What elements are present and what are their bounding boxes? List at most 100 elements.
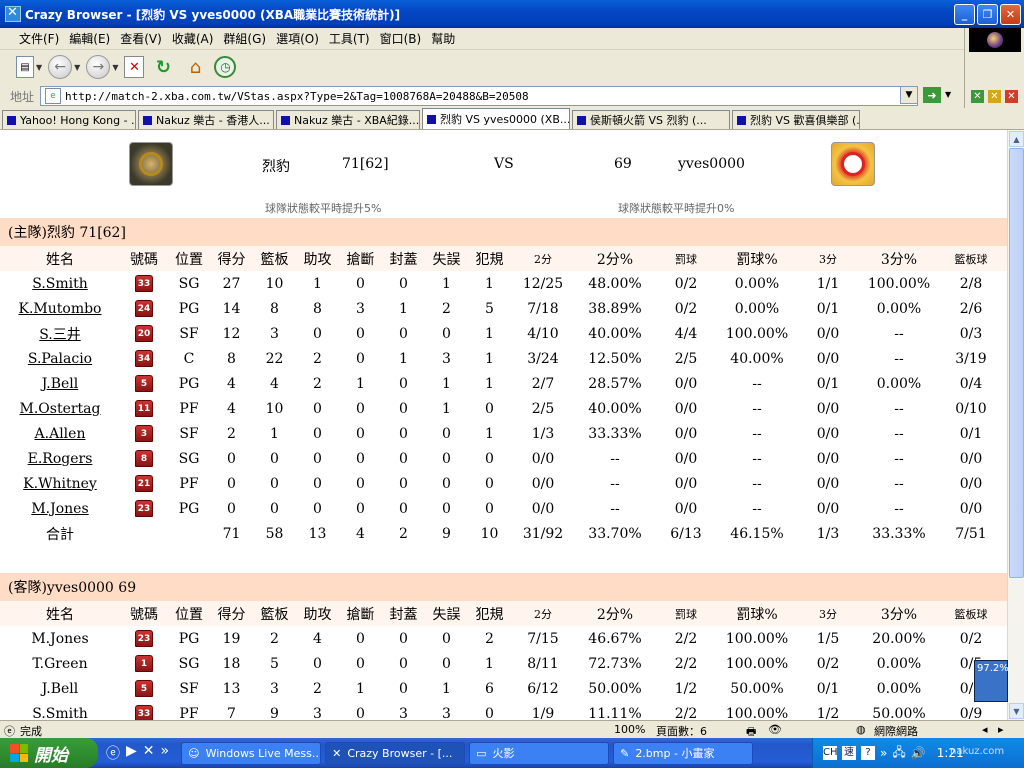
history-icon[interactable]: ◷ [214, 56, 237, 78]
chevron-down-icon[interactable]: ▼ [112, 63, 118, 72]
cell-stl: 0 [356, 425, 365, 442]
start-label: 開始 [34, 745, 68, 766]
address-bar: 地址 e http://match-2.xba.com.tw/VStas.asp… [0, 84, 964, 108]
scroll-down-icon[interactable]: ▼ [1009, 703, 1024, 719]
ime-input-icon[interactable]: 速 [842, 746, 856, 760]
browser-tab[interactable]: 烈豹 VS 歡喜俱樂部 (... [732, 110, 860, 129]
zoom-badge[interactable]: 97.2% [974, 660, 1009, 702]
player-name-link[interactable]: S.三井 [39, 327, 81, 343]
player-name-link[interactable]: A.Allen [35, 426, 86, 442]
chevron-down-icon[interactable]: ▼ [36, 63, 42, 72]
close-button[interactable]: ✕ [1000, 4, 1021, 25]
home-icon[interactable]: ⌂ [182, 54, 208, 80]
status-prev-icon[interactable]: ◂ [982, 723, 988, 736]
cell-three: 0/0 [816, 450, 840, 467]
menu-item[interactable]: 查看(V) [115, 30, 167, 47]
more-quicklaunch-icon[interactable]: » [161, 743, 170, 763]
browser-tab[interactable]: 侯斯頓火箭 VS 烈豹 (... [572, 110, 730, 129]
chevron-down-icon[interactable]: ▼ [945, 90, 951, 99]
status-next-icon[interactable]: ▸ [998, 723, 1004, 736]
go-arrow-icon[interactable]: ➜ [923, 87, 941, 103]
menu-item[interactable]: 群組(G) [218, 30, 271, 47]
taskbar-button[interactable]: ✕ Crazy Browser - [... [325, 741, 466, 765]
cell-name: T.Green [0, 656, 120, 672]
back-arrow-icon[interactable]: ← [48, 55, 73, 79]
cell-pf: 1 [485, 275, 494, 292]
cascade-icon[interactable]: ✕ [988, 90, 1001, 103]
taskbar-button[interactable]: ✎ 2.bmp - 小畫家 [613, 741, 754, 765]
menu-item[interactable]: 幫助 [426, 30, 460, 47]
scroll-up-icon[interactable]: ▲ [1009, 131, 1024, 147]
browser-tab[interactable]: Nakuz 樂古 - 香港人... [138, 110, 274, 129]
cell-twop: 28.57% [588, 375, 642, 392]
minimize-button[interactable]: _ [954, 4, 975, 25]
total-ast: 13 [308, 525, 327, 542]
tray-arrow-icon[interactable]: » [880, 746, 887, 760]
menu-item[interactable]: 收藏(A) [167, 30, 219, 47]
player-name-link: S.Smith [32, 705, 88, 721]
player-name-link[interactable]: S.Palacio [28, 351, 92, 367]
cell-stl: 0 [356, 630, 365, 647]
status-bar: ⓔ 完成 100% 頁面數：6 🖶 👁 ◍ 網際網路 ◂ ▸ [0, 720, 1024, 738]
cell-twop: 12.50% [588, 350, 642, 367]
tab-label: Yahoo! Hong Kong - ... [20, 113, 136, 127]
stop-icon[interactable]: ✕ [124, 56, 145, 78]
player-name-link[interactable]: J.Bell [42, 376, 79, 392]
scroll-thumb[interactable] [1009, 148, 1024, 578]
forward-arrow-icon[interactable]: → [86, 55, 111, 79]
view-icon[interactable]: 👁 [768, 723, 782, 736]
windows-flag-icon [10, 744, 28, 762]
player-name-link[interactable]: M.Ostertag [20, 401, 101, 417]
crazy-browser-quicklaunch-icon[interactable]: ✕ [143, 743, 155, 763]
cell-ft: 1/2 [674, 680, 698, 697]
player-name-link[interactable]: K.Whitney [23, 476, 97, 492]
tab-label: Nakuz 樂古 - 香港人... [156, 114, 270, 127]
vertical-scrollbar[interactable]: ▲ ▼ [1007, 130, 1024, 720]
address-dropdown-icon[interactable]: ▼ [900, 86, 918, 104]
tile-icon[interactable]: ✕ [971, 90, 984, 103]
browser-tab[interactable]: Yahoo! Hong Kong - ... [2, 110, 136, 129]
player-name-link[interactable]: E.Rogers [28, 451, 93, 467]
home-team-name: 烈豹 [262, 159, 290, 175]
ie-quicklaunch-icon[interactable]: ⓔ [106, 743, 120, 763]
new-page-icon[interactable]: ▤ [16, 56, 34, 78]
chevron-down-icon[interactable]: ▼ [74, 63, 80, 72]
browser-tab[interactable]: Nakuz 樂古 - XBA紀錄... [276, 110, 420, 129]
away-team-name: yves0000 [678, 156, 745, 172]
cell-pf: 0 [485, 450, 494, 467]
cell-ftp: 50.00% [730, 680, 784, 697]
cell-blk: 0 [399, 655, 408, 672]
cell-ft: 4/4 [674, 325, 698, 342]
menu-item[interactable]: 窗口(B) [375, 30, 427, 47]
cell-two: 2/7 [531, 375, 555, 392]
close-all-icon[interactable]: ✕ [1005, 90, 1018, 103]
player-name-link[interactable]: M.Jones [31, 501, 88, 517]
ime-ch-icon[interactable]: CH [823, 746, 838, 760]
media-player-icon[interactable]: ▶ [126, 743, 137, 763]
volume-icon[interactable]: 🔊 [911, 746, 926, 760]
menu-item[interactable]: 選項(O) [271, 30, 324, 47]
cell-pos: PG [178, 300, 200, 317]
network-icon[interactable]: 🖧 [892, 743, 905, 764]
column-header: 得分 [217, 606, 246, 623]
menu-item[interactable]: 編輯(E) [64, 30, 115, 47]
cell-pf: 2 [485, 630, 494, 647]
cell-to: 1 [442, 680, 451, 697]
cell-stl: 0 [356, 655, 365, 672]
start-button[interactable]: 開始 [0, 738, 98, 768]
column-header: 失誤 [432, 251, 461, 268]
jersey-number-badge: 20 [135, 325, 153, 342]
browser-tab[interactable]: 烈豹 VS yves0000 (XB... [422, 108, 570, 129]
player-name-link[interactable]: S.Smith [32, 276, 88, 292]
taskbar-button[interactable]: ▭ 火影 [469, 741, 610, 765]
menu-item[interactable]: 工具(T) [324, 30, 375, 47]
menu-item[interactable]: 文件(F) [14, 30, 64, 47]
player-name-link[interactable]: K.Mutombo [19, 301, 102, 317]
refresh-icon[interactable]: ↻ [150, 54, 176, 80]
help-icon[interactable]: ? [861, 746, 875, 760]
cell-name: S.Smith [0, 276, 120, 292]
address-url[interactable]: http://match-2.xba.com.tw/VStas.aspx?Typ… [65, 90, 529, 103]
taskbar-button[interactable]: ☺ Windows Live Mess... [181, 741, 322, 765]
address-input[interactable]: e http://match-2.xba.com.tw/VStas.aspx?T… [40, 86, 918, 106]
restore-button[interactable]: ❐ [977, 4, 998, 25]
